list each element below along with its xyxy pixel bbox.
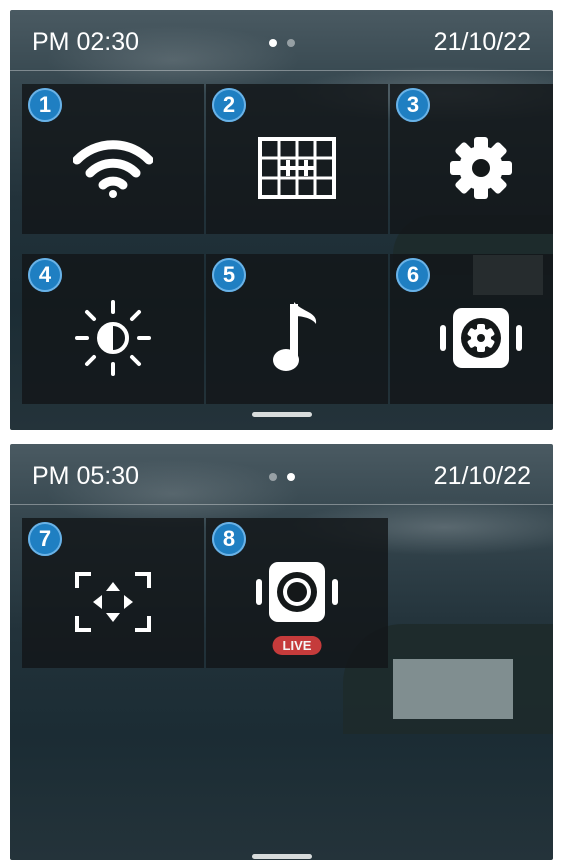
home-handle[interactable] (251, 412, 312, 417)
clock-time: PM 05:30 (32, 462, 140, 490)
tile-number-badge: 7 (28, 522, 62, 556)
live-camera-icon (256, 561, 338, 622)
music-note-icon (273, 302, 317, 371)
tile-number-badge: 6 (396, 258, 430, 292)
grid-layout-tile[interactable]: 2 (206, 84, 388, 234)
page-dot-2[interactable] (286, 473, 295, 481)
tile-number-badge: 2 (212, 88, 246, 122)
home-screen-page-2: PM 05:30 21/10/22 7 8 LIVE (10, 444, 553, 860)
page-dot-2[interactable] (286, 39, 295, 47)
page-dot-1[interactable] (268, 473, 277, 481)
tile-number-badge: 8 (212, 522, 246, 556)
music-tile[interactable]: 5 (206, 254, 388, 404)
focus-adjust-icon (75, 572, 151, 632)
home-screen-page-1: PM 02:30 21/10/22 1 2 3 4 5 6 (10, 10, 553, 430)
wifi-icon (73, 140, 153, 198)
focus-adjust-tile[interactable]: 7 (22, 518, 204, 668)
background-hotel (393, 659, 513, 719)
settings-tile[interactable]: 3 (390, 84, 553, 234)
gear-icon (450, 137, 512, 199)
brightness-icon (75, 300, 151, 376)
camera-settings-tile[interactable]: 6 (390, 254, 553, 404)
live-camera-tile[interactable]: 8 LIVE (206, 518, 388, 668)
tile-number-badge: 3 (396, 88, 430, 122)
page-dot-1[interactable] (268, 39, 277, 47)
live-badge: LIVE (272, 636, 322, 655)
tile-number-badge: 5 (212, 258, 246, 292)
brightness-tile[interactable]: 4 (22, 254, 204, 404)
home-handle[interactable] (251, 854, 312, 859)
grid-layout-icon (258, 137, 336, 199)
status-bar: PM 02:30 21/10/22 (10, 10, 553, 70)
camera-settings-icon (440, 308, 522, 368)
wifi-tile[interactable]: 1 (22, 84, 204, 234)
tile-number-badge: 4 (28, 258, 62, 292)
clock-time: PM 02:30 (32, 28, 140, 56)
clock-date: 21/10/22 (433, 28, 531, 56)
status-divider (10, 504, 553, 505)
clock-date: 21/10/22 (433, 462, 531, 490)
page-indicator[interactable] (268, 473, 295, 481)
page-indicator[interactable] (268, 39, 295, 47)
status-divider (10, 70, 553, 71)
tile-number-badge: 1 (28, 88, 62, 122)
status-bar: PM 05:30 21/10/22 (10, 444, 553, 504)
